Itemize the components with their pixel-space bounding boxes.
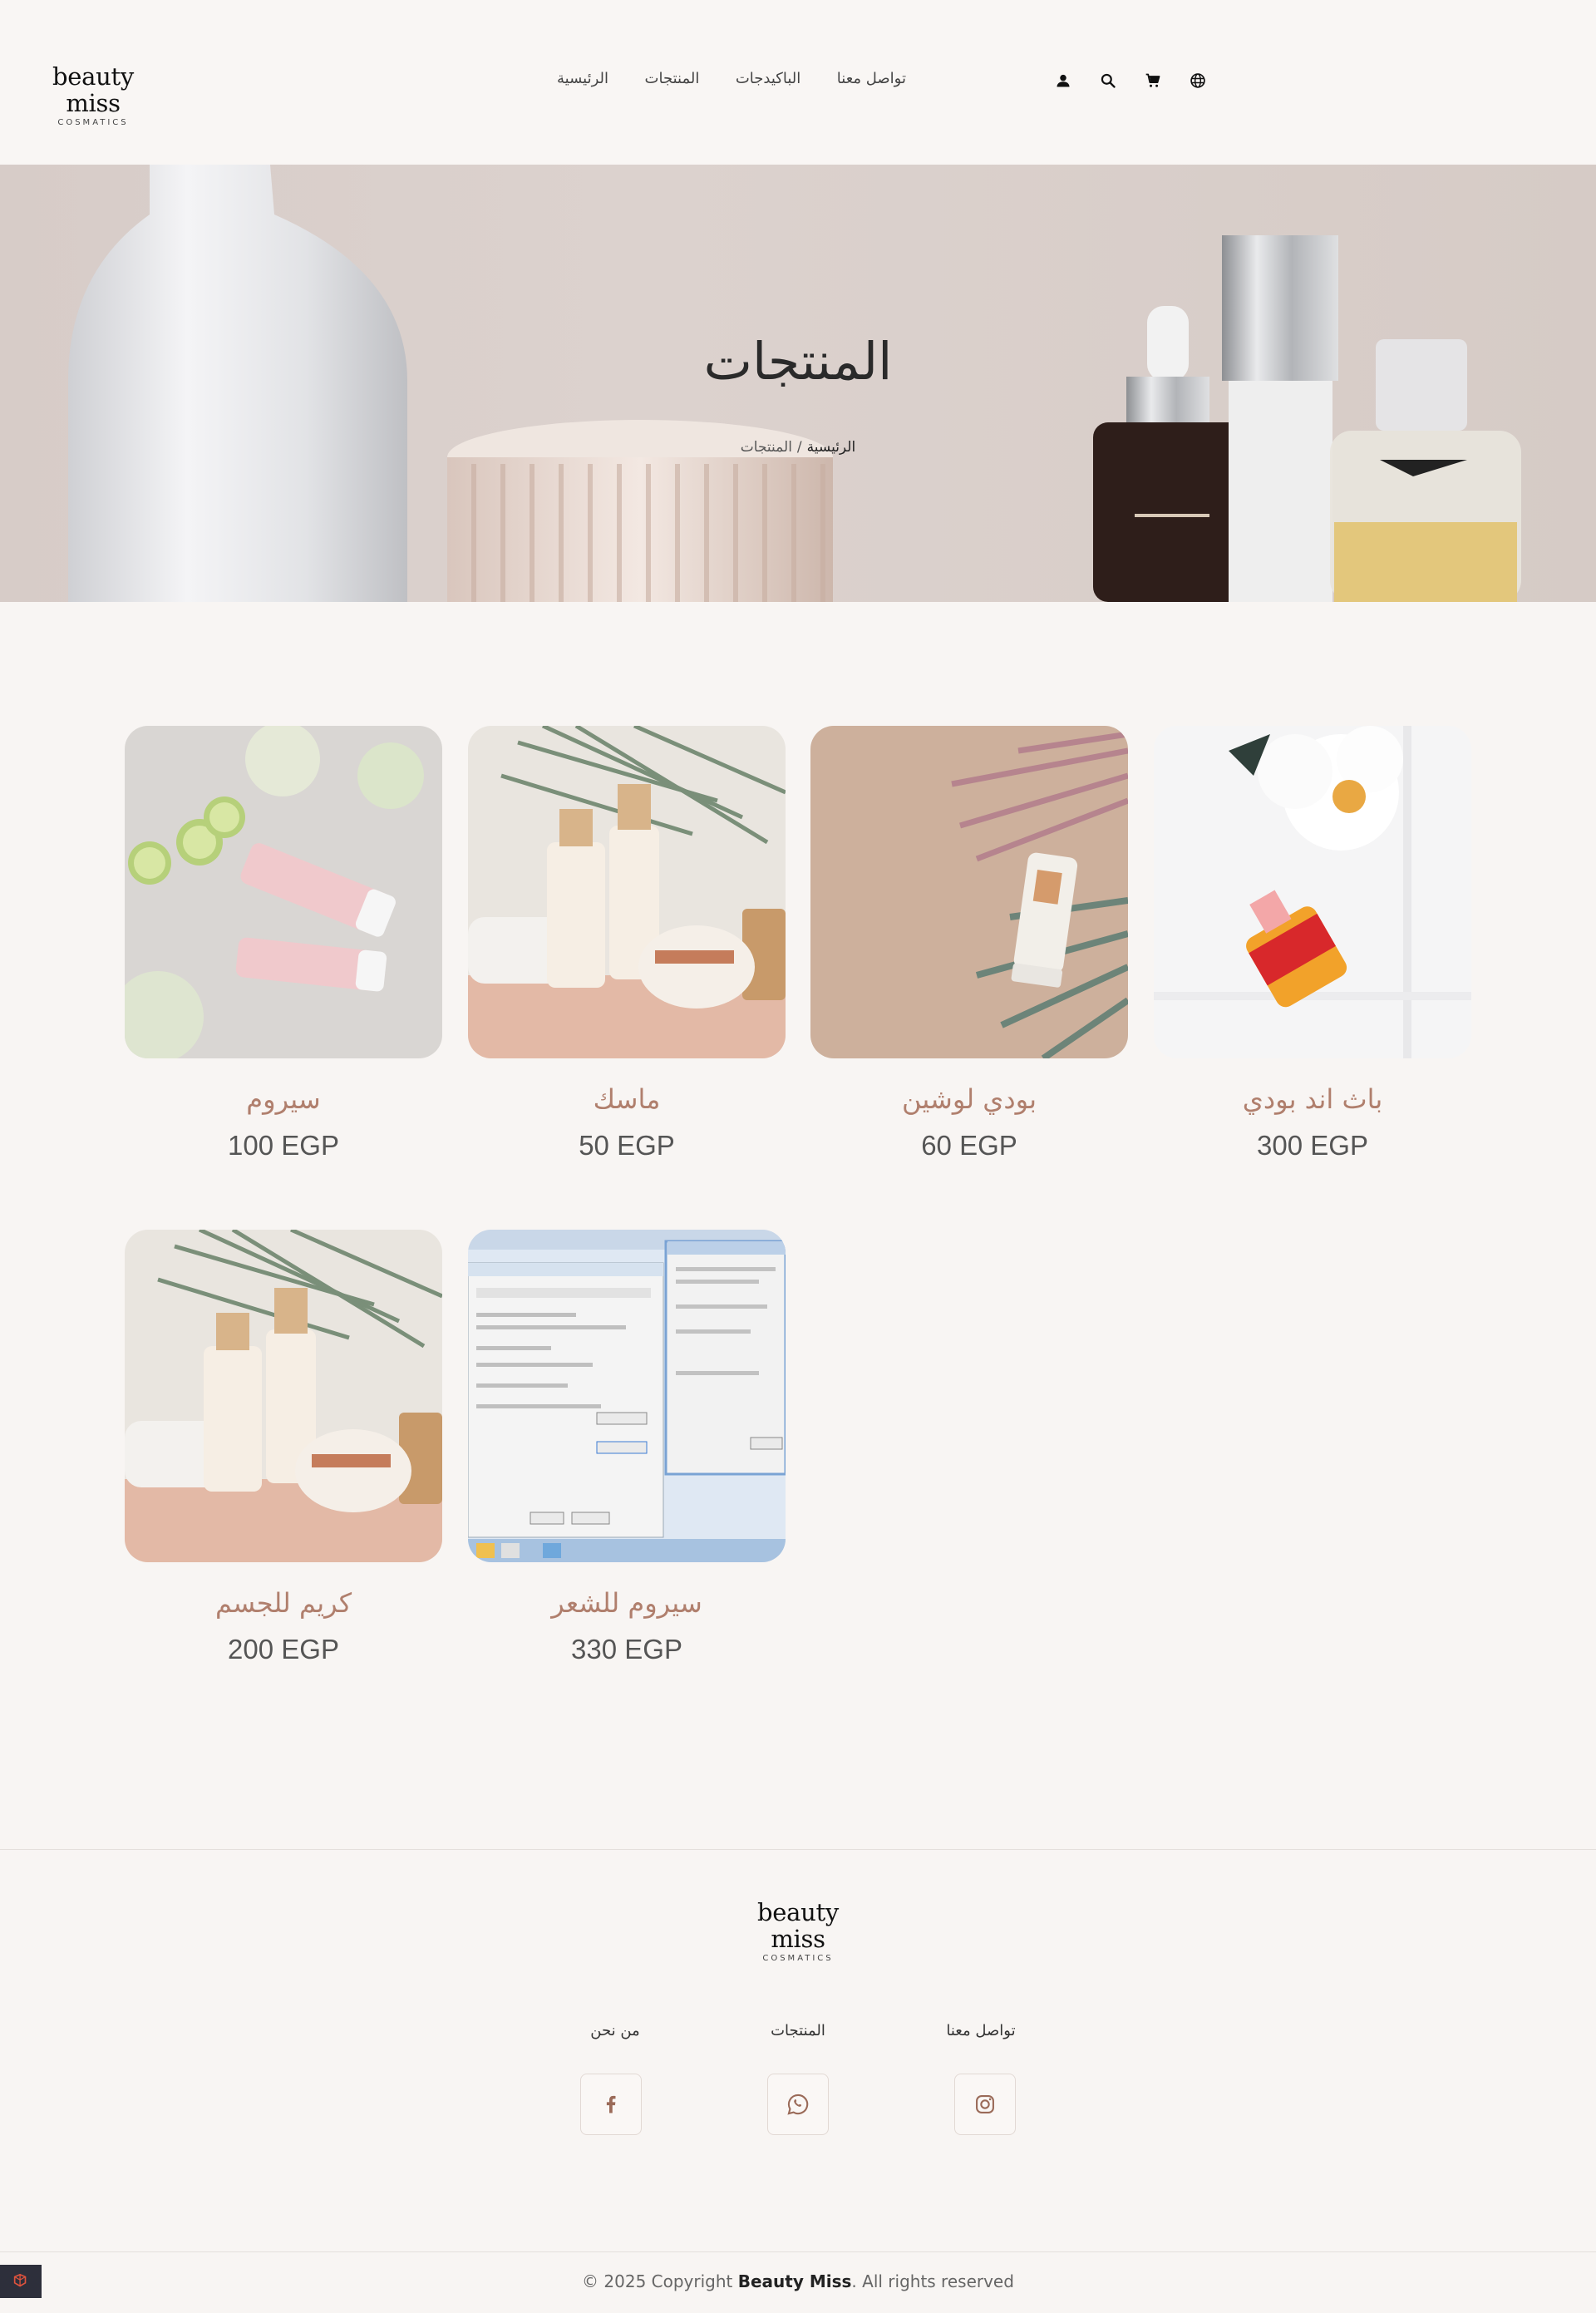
product-name[interactable]: بودي لوشين bbox=[810, 1083, 1128, 1115]
header-icons bbox=[1054, 72, 1207, 90]
site-header: beauty miss COSMATICS الرئيسية المنتجات … bbox=[0, 0, 1596, 165]
footer-brand-tagline: COSMATICS bbox=[762, 1954, 834, 1963]
product-card[interactable]: سيروم 100 EGP bbox=[125, 726, 442, 1161]
breadcrumb-separator: / bbox=[796, 439, 802, 456]
product-image[interactable] bbox=[125, 1230, 442, 1562]
copyright-text: © 2025 Copyright Beauty Miss. All rights… bbox=[0, 2271, 1596, 2291]
cart-icon[interactable] bbox=[1144, 72, 1162, 90]
footer-link-about[interactable]: من نحن bbox=[565, 2022, 665, 2039]
product-price: 60 EGP bbox=[921, 1130, 1017, 1161]
footer-divider bbox=[0, 1849, 1596, 1850]
product-image[interactable] bbox=[1154, 726, 1471, 1058]
language-icon[interactable] bbox=[1189, 72, 1207, 90]
product-price: 50 EGP bbox=[579, 1130, 675, 1161]
product-image[interactable] bbox=[468, 726, 786, 1058]
copyright-brand: Beauty Miss bbox=[737, 2271, 852, 2291]
search-icon[interactable] bbox=[1099, 72, 1117, 90]
footer-logo[interactable]: beauty miss COSMATICS bbox=[732, 1899, 864, 1963]
product-card[interactable]: كريم للجسم 200 EGP bbox=[125, 1230, 442, 1665]
product-price: 100 EGP bbox=[228, 1130, 339, 1161]
footer-link-contact[interactable]: تواصل معنا bbox=[931, 2022, 1031, 2039]
copyright-prefix: © 2025 Copyright bbox=[582, 2271, 733, 2291]
page-title: المنتجات bbox=[703, 331, 893, 392]
social-links bbox=[580, 2074, 1016, 2135]
brand-tagline: COSMATICS bbox=[57, 118, 129, 127]
product-name[interactable]: ماسك bbox=[468, 1083, 786, 1115]
user-icon[interactable] bbox=[1054, 72, 1072, 90]
main-nav: الرئيسية المنتجات الباكيدجات تواصل معنا bbox=[557, 70, 906, 87]
breadcrumb: الرئيسية /المنتجات bbox=[0, 439, 1596, 456]
product-name[interactable]: سيروم bbox=[125, 1083, 442, 1115]
whatsapp-icon[interactable] bbox=[767, 2074, 829, 2135]
instagram-icon[interactable] bbox=[954, 2074, 1016, 2135]
product-image[interactable] bbox=[810, 726, 1128, 1058]
brand-logo[interactable]: beauty miss COSMATICS bbox=[27, 63, 160, 127]
nav-home[interactable]: الرئيسية bbox=[557, 70, 608, 87]
product-name[interactable]: كريم للجسم bbox=[125, 1587, 442, 1619]
breadcrumb-current: المنتجات bbox=[740, 439, 792, 456]
product-card[interactable]: ماسك 50 EGP bbox=[468, 726, 786, 1161]
facebook-icon[interactable] bbox=[580, 2074, 642, 2135]
nav-products[interactable]: المنتجات bbox=[645, 70, 700, 87]
product-image[interactable] bbox=[125, 726, 442, 1058]
copyright-divider bbox=[0, 2251, 1596, 2252]
brand-name: beauty miss bbox=[52, 62, 134, 117]
product-name[interactable]: باث اند بودي bbox=[1154, 1083, 1471, 1115]
product-card[interactable]: بودي لوشين 60 EGP bbox=[810, 726, 1128, 1161]
hero-banner: المنتجات الرئيسية/المنتجات bbox=[0, 165, 1596, 602]
product-name[interactable]: سيروم للشعر bbox=[468, 1587, 786, 1619]
nav-contact[interactable]: تواصل معنا bbox=[837, 70, 906, 87]
footer-link-products[interactable]: المنتجات bbox=[748, 2022, 848, 2039]
footer-links: من نحن المنتجات تواصل معنا bbox=[565, 2022, 1031, 2039]
product-price: 200 EGP bbox=[228, 1634, 339, 1664]
product-card[interactable]: باث اند بودي 300 EGP bbox=[1154, 726, 1471, 1161]
product-price: 300 EGP bbox=[1257, 1130, 1368, 1161]
breadcrumb-home[interactable]: الرئيسية bbox=[807, 439, 856, 456]
product-image[interactable] bbox=[468, 1230, 786, 1562]
footer-brand-name: beauty miss bbox=[757, 1898, 839, 1953]
copyright-suffix: . All rights reserved bbox=[851, 2271, 1014, 2291]
product-price: 330 EGP bbox=[571, 1634, 682, 1664]
product-card[interactable]: سيروم للشعر 330 EGP bbox=[468, 1230, 786, 1665]
nav-packages[interactable]: الباكيدجات bbox=[736, 70, 800, 87]
